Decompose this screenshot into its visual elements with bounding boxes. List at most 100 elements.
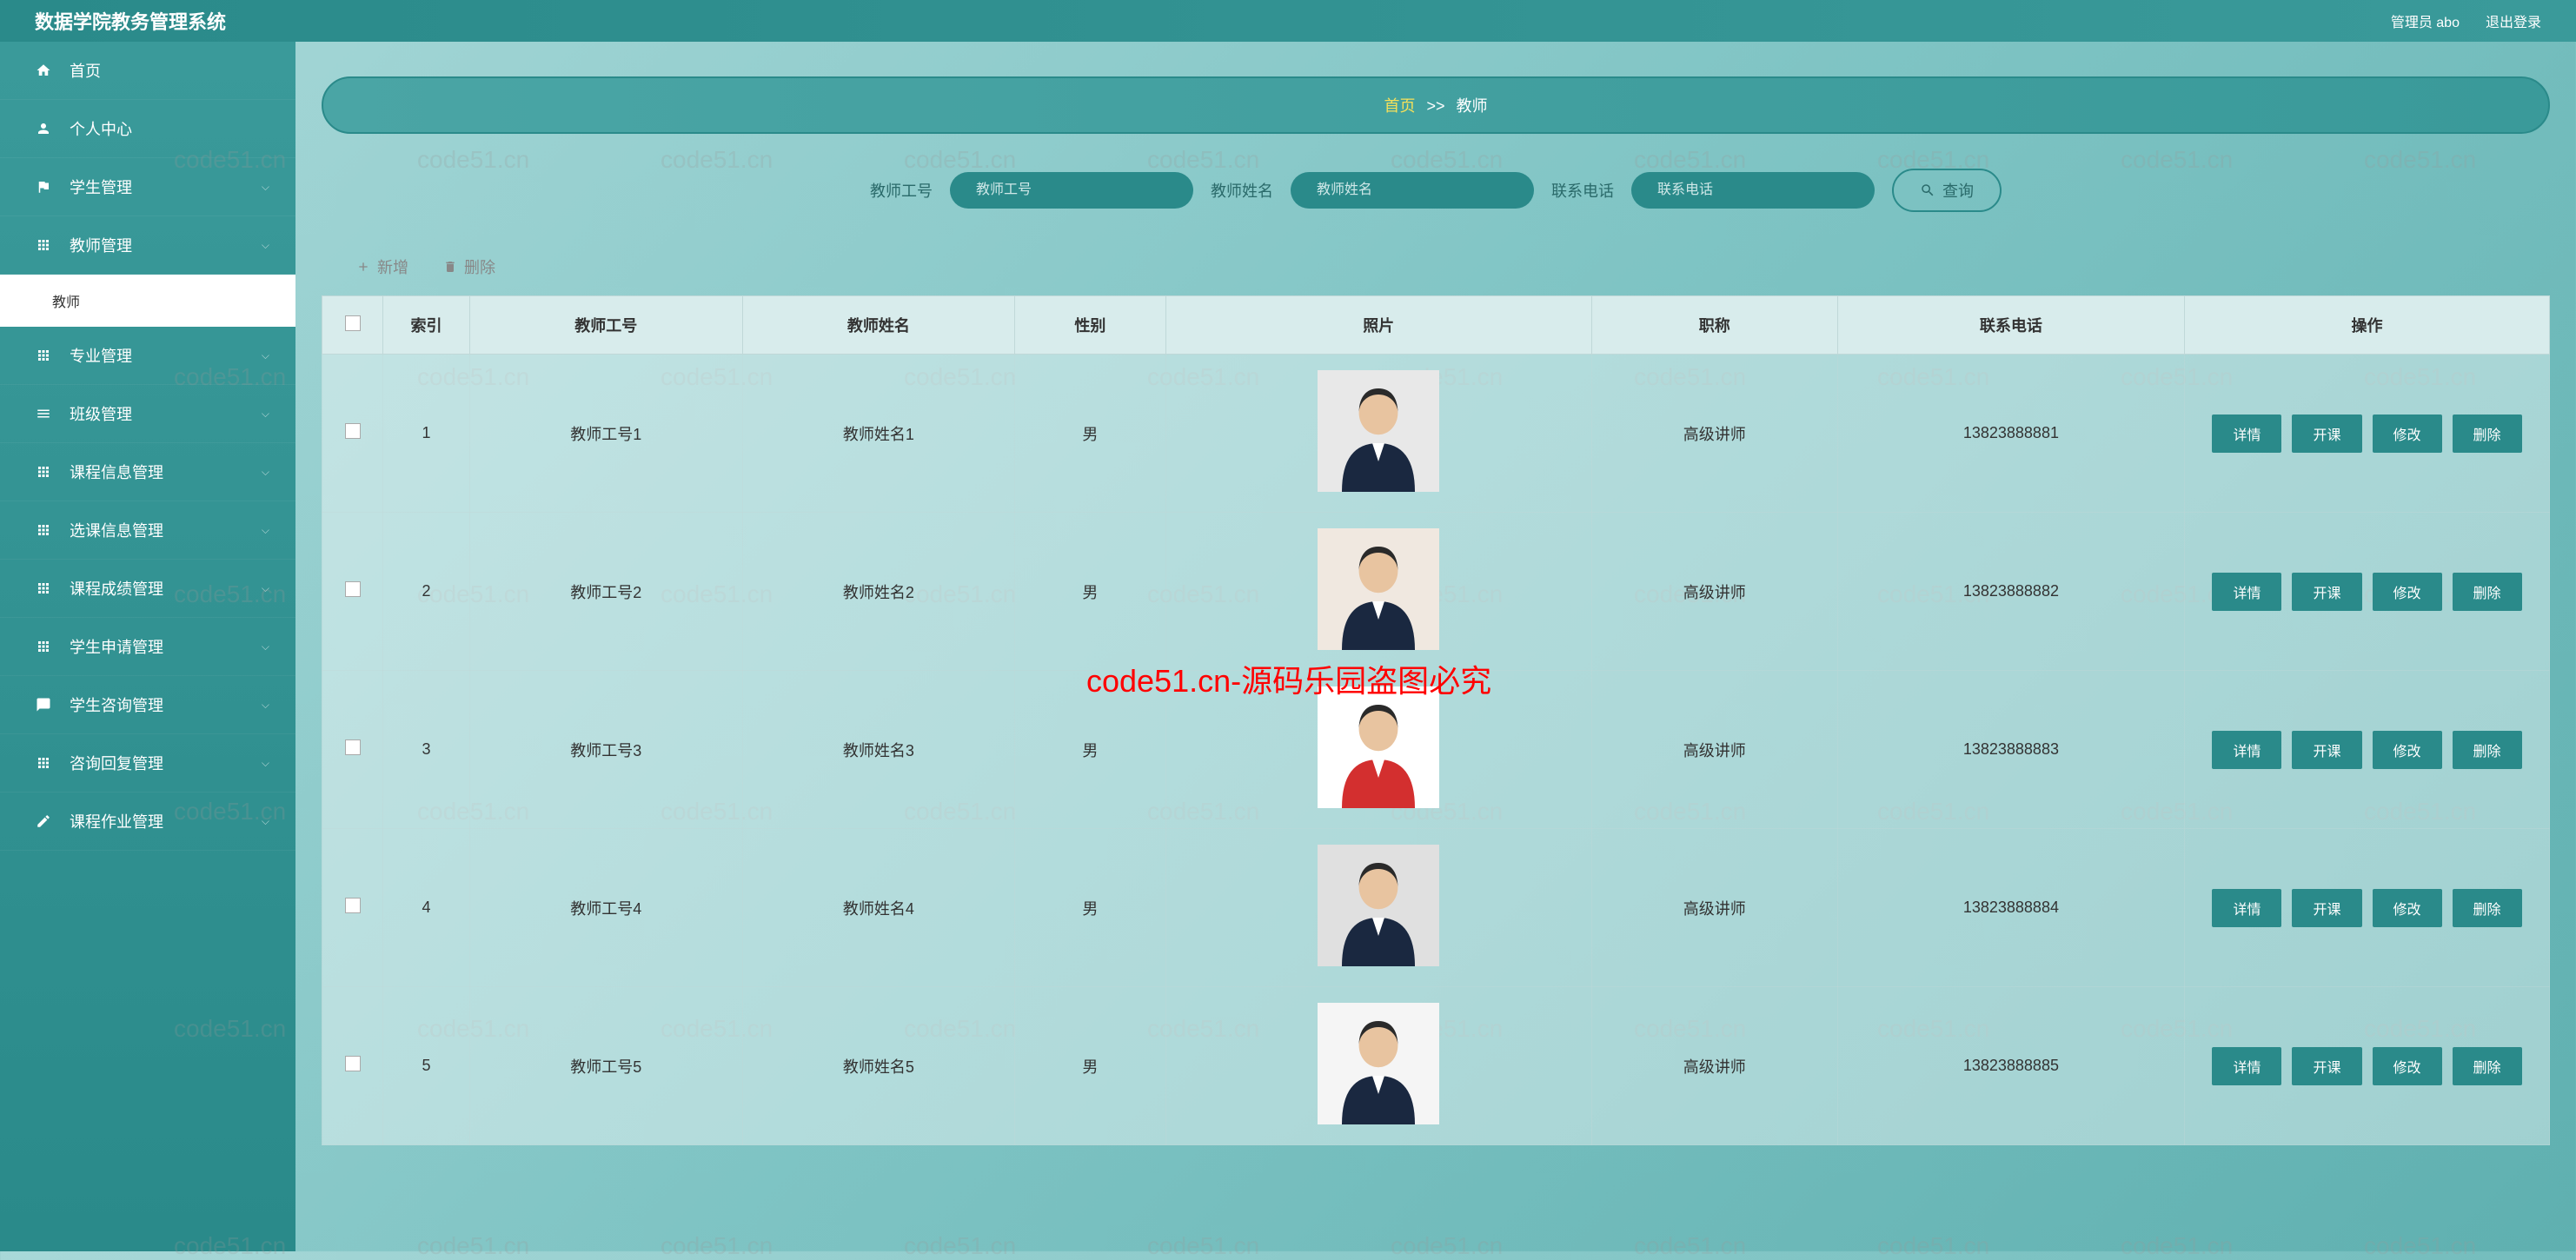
cell-phone: 13823888881 [1837,355,2184,513]
breadcrumb-home[interactable]: 首页 [1384,97,1415,115]
sidebar-item-4[interactable]: 专业管理⌵ [0,327,295,385]
table-row: 4教师工号4教师姓名4男高级讲师13823888884详情开课修改删除 [322,829,2550,987]
toolbar: 新增 删除 [322,238,2550,295]
detail-button[interactable]: 详情 [2212,889,2281,927]
edit-button[interactable]: 修改 [2373,731,2442,769]
grid-icon [35,638,52,655]
cell-photo [1165,829,1591,987]
submenu-item[interactable]: 教师 [0,275,295,327]
sidebar-item-9[interactable]: 学生申请管理⌵ [0,618,295,676]
cell-name: 教师姓名5 [742,987,1015,1145]
detail-button[interactable]: 详情 [2212,1047,2281,1085]
cell-title: 高级讲师 [1591,671,1837,829]
chat-icon [35,696,52,713]
chevron-down-icon: ⌵ [262,181,269,194]
cell-photo [1165,671,1591,829]
edit-button[interactable]: 修改 [2373,414,2442,453]
teacher-photo [1318,528,1439,650]
search-icon [1920,182,1935,198]
del-button[interactable]: 删除 [2453,1047,2522,1085]
edit-button[interactable]: 修改 [2373,573,2442,611]
admin-label[interactable]: 管理员 abo [2391,10,2460,31]
cell-index: 1 [383,355,470,513]
del-button[interactable]: 删除 [2453,731,2522,769]
op-buttons: 详情开课修改删除 [2194,573,2540,611]
row-checkbox[interactable] [345,1056,361,1071]
cell-title: 高级讲师 [1591,355,1837,513]
delete-button[interactable]: 删除 [443,255,495,278]
plus-icon [356,260,370,274]
open-button[interactable]: 开课 [2292,573,2361,611]
sidebar-item-label: 教师管理 [70,234,132,256]
chevron-down-icon: ⌵ [262,757,269,770]
row-checkbox[interactable] [345,898,361,913]
cell-gender: 男 [1015,513,1166,671]
sidebar-item-label: 专业管理 [70,344,132,367]
detail-button[interactable]: 详情 [2212,573,2281,611]
sidebar-item-label: 选课信息管理 [70,519,163,541]
th-phone: 联系电话 [1837,296,2184,355]
sidebar-item-7[interactable]: 选课信息管理 ⌵ [0,501,295,560]
op-buttons: 详情开课修改删除 [2194,414,2540,453]
logout-button[interactable]: 退出登录 [2486,10,2541,31]
search-phone-label: 联系电话 [1551,179,1614,202]
sidebar-item-11[interactable]: 咨询回复管理 ⌵ [0,734,295,792]
cell-name: 教师姓名4 [742,829,1015,987]
add-button[interactable]: 新增 [356,255,408,278]
teacher-table: 索引 教师工号 教师姓名 性别 照片 职称 联系电话 操作 1教师工号1教师姓名… [322,295,2550,1145]
search-button[interactable]: 查询 [1892,169,2002,212]
teacher-photo [1318,686,1439,808]
cell-gender: 男 [1015,671,1166,829]
topbar: 数据学院教务管理系统 管理员 abo 退出登录 [0,0,2576,42]
th-photo: 照片 [1165,296,1591,355]
del-button[interactable]: 删除 [2453,414,2522,453]
open-button[interactable]: 开课 [2292,414,2361,453]
th-title: 职称 [1591,296,1837,355]
edit-button[interactable]: 修改 [2373,1047,2442,1085]
sidebar-item-0[interactable]: 首页 [0,42,295,100]
chevron-down-icon: ⌵ [262,524,269,537]
cell-phone: 13823888882 [1837,513,2184,671]
sidebar-item-12[interactable]: 课程作业管理⌵ [0,792,295,851]
row-checkbox[interactable] [345,739,361,755]
sidebar-item-10[interactable]: 学生咨询管理⌵ [0,676,295,734]
open-button[interactable]: 开课 [2292,1047,2361,1085]
user-icon [35,120,52,137]
del-button[interactable]: 删除 [2453,889,2522,927]
sidebar-item-6[interactable]: 课程信息管理⌵ [0,443,295,501]
detail-button[interactable]: 详情 [2212,414,2281,453]
sidebar-item-5[interactable]: 班级管理⌵ [0,385,295,443]
op-buttons: 详情开课修改删除 [2194,889,2540,927]
sidebar-item-3[interactable]: 教师管理 ⌵ [0,216,295,275]
cell-id: 教师工号5 [470,987,743,1145]
open-button[interactable]: 开课 [2292,889,2361,927]
edit-button[interactable]: 修改 [2373,889,2442,927]
teacher-photo [1318,845,1439,966]
cell-index: 5 [383,987,470,1145]
op-buttons: 详情开课修改删除 [2194,1047,2540,1085]
breadcrumb: 首页 >> 教师 [322,76,2550,134]
pen-icon [35,812,52,830]
cell-title: 高级讲师 [1591,987,1837,1145]
grid-icon [35,347,52,364]
detail-button[interactable]: 详情 [2212,731,2281,769]
search-id-input[interactable] [950,172,1193,209]
open-button[interactable]: 开课 [2292,731,2361,769]
sidebar-item-label: 课程作业管理 [70,810,163,832]
chevron-down-icon: ⌵ [262,239,269,252]
sidebar-item-8[interactable]: 课程成绩管理⌵ [0,560,295,618]
sidebar-item-label: 咨询回复管理 [70,752,163,774]
row-checkbox[interactable] [345,581,361,597]
cell-name: 教师姓名2 [742,513,1015,671]
sidebar-item-2[interactable]: 学生管理⌵ [0,158,295,216]
search-phone-input[interactable] [1631,172,1875,209]
select-all-checkbox[interactable] [345,315,361,331]
sidebar-item-label: 课程成绩管理 [70,577,163,600]
sidebar-item-1[interactable]: 个人中心 [0,100,295,158]
chevron-down-icon: ⌵ [262,408,269,421]
search-name-input[interactable] [1291,172,1534,209]
row-checkbox[interactable] [345,423,361,439]
chevron-down-icon: ⌵ [262,466,269,479]
del-button[interactable]: 删除 [2453,573,2522,611]
cell-id: 教师工号3 [470,671,743,829]
